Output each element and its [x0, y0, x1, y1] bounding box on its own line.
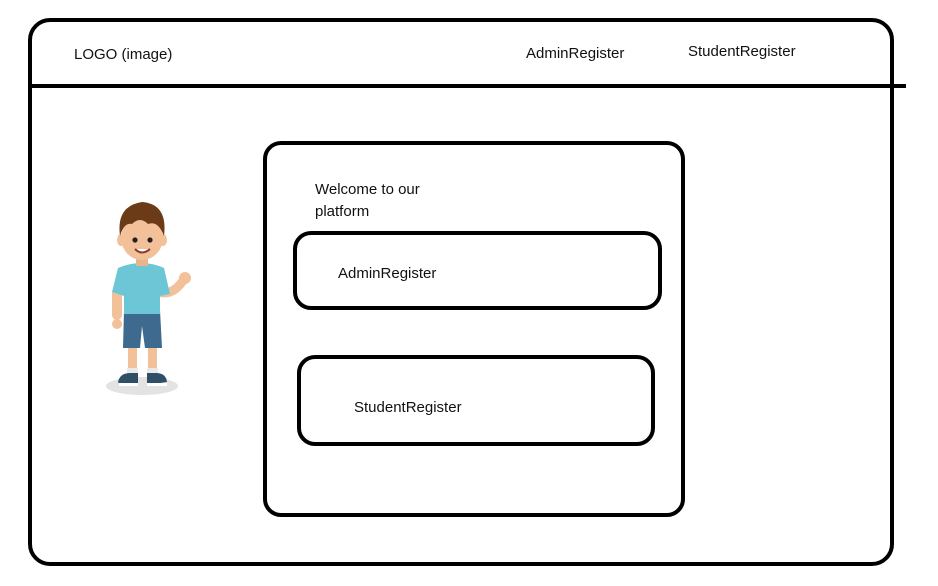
- logo[interactable]: LOGO (image): [74, 46, 172, 63]
- admin-register-button[interactable]: AdminRegister: [293, 231, 662, 310]
- header-divider: [30, 84, 906, 88]
- admin-register-button-label: AdminRegister: [338, 265, 437, 282]
- boy-character-illustration: [106, 202, 191, 395]
- nav-student-register-link[interactable]: StudentRegister: [688, 43, 796, 60]
- welcome-text: Welcome to our platform: [315, 181, 420, 220]
- student-register-button-label: StudentRegister: [354, 399, 462, 416]
- student-register-button[interactable]: StudentRegister: [297, 355, 655, 446]
- nav-admin-register-link[interactable]: AdminRegister: [526, 45, 624, 62]
